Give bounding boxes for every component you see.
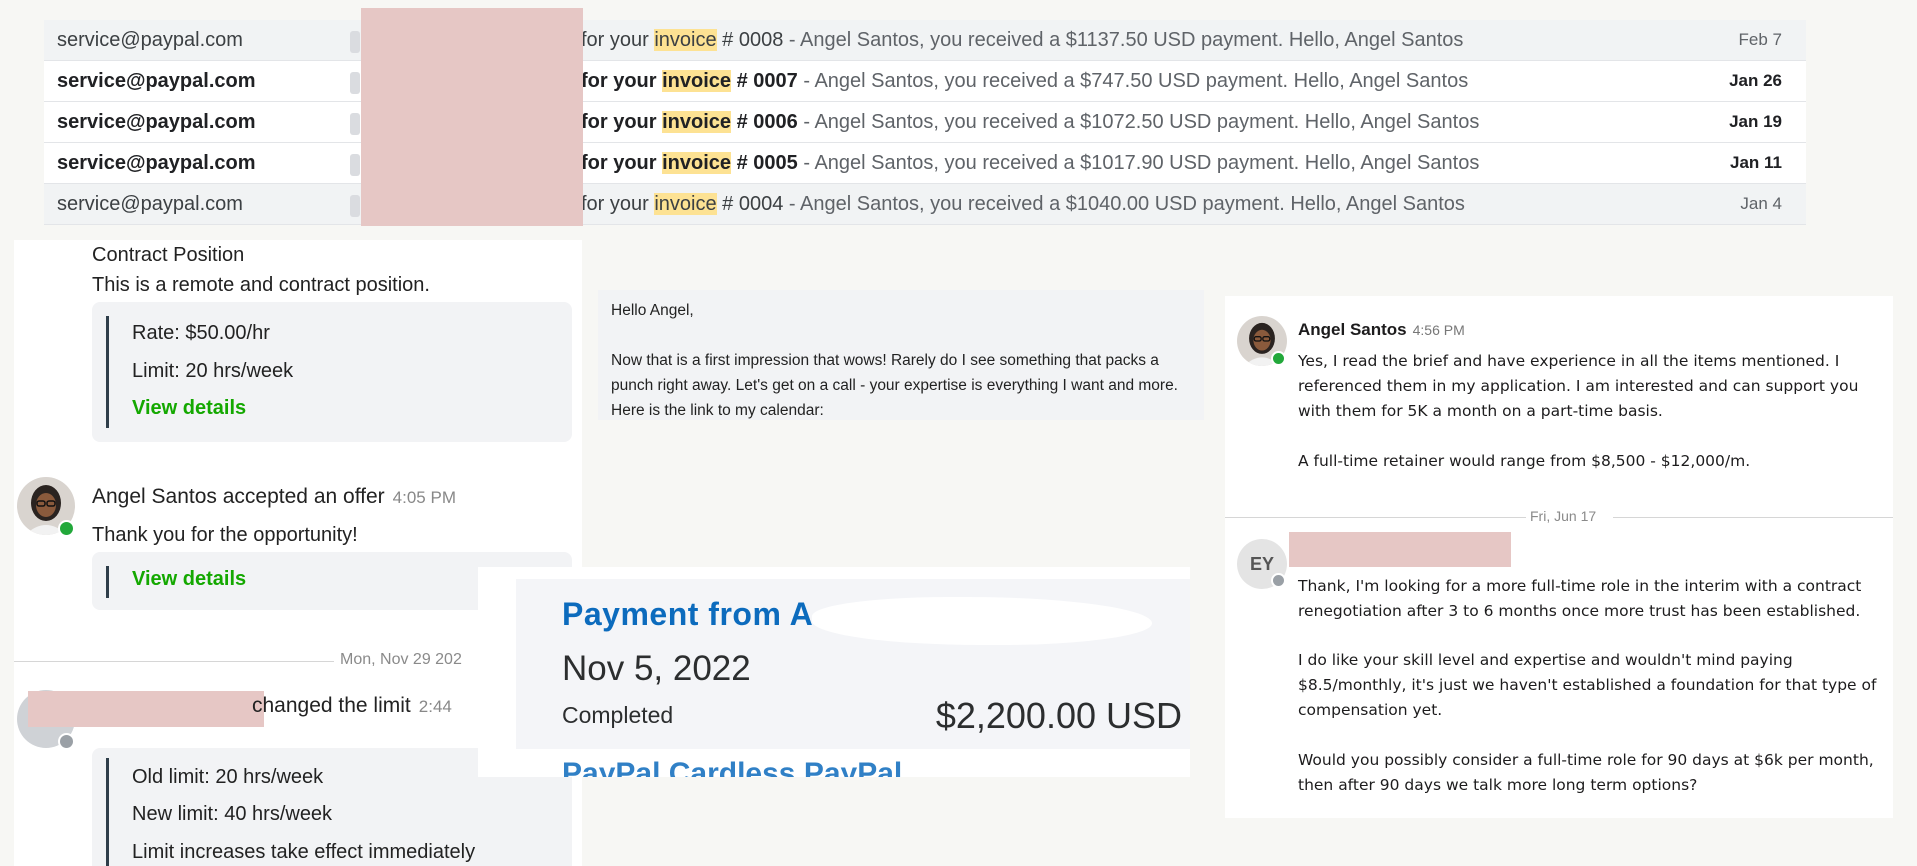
date-separator: Fri, Jun 17 — [1530, 508, 1597, 524]
rate-text: Rate: $50.00/hr — [132, 322, 270, 344]
limit-header-text: changed the limit — [252, 694, 411, 717]
redaction-block — [28, 691, 264, 727]
limit-note-text: Limit increases take effect immediately — [132, 841, 476, 863]
offline-status-dot — [1271, 573, 1286, 588]
email-row[interactable]: service@paypal.com for your invoice # 00… — [44, 184, 1806, 225]
offer-message-body: Thank you for the opportunity! — [92, 524, 358, 546]
quote-bar — [106, 566, 109, 598]
contract-heading: Contract Position — [92, 244, 245, 266]
message-paragraph: Would you possibly consider a full-time … — [1298, 751, 1874, 794]
label-chip — [350, 72, 360, 94]
email-date: Jan 4 — [1740, 194, 1782, 213]
email-snippet: - Angel Santos, you received a $1072.50 … — [797, 110, 1480, 133]
email-date: Jan 26 — [1729, 71, 1782, 90]
offline-status-dot — [58, 733, 75, 750]
email-row[interactable]: service@paypal.com for your invoice # 00… — [44, 102, 1806, 143]
email-row[interactable]: service@paypal.com for your invoice # 00… — [44, 61, 1806, 102]
sender-name: Angel Santos — [1298, 320, 1407, 339]
date-divider — [14, 661, 334, 662]
email-subject: for your invoice # 0006 - Angel Santos, … — [581, 110, 1480, 133]
message-header: changed the limit 2:44 — [252, 694, 452, 718]
message-paragraph: Yes, I read the brief and have experienc… — [1298, 352, 1859, 420]
payment-card: Payment from A Nov 5, 2022 Completed $2,… — [478, 567, 1190, 777]
message-time: 4:05 PM — [392, 488, 456, 507]
email-snippet: - Angel Santos, you received a $1017.90 … — [797, 151, 1480, 174]
payment-footer-partial: PayPal Cardless PayPal — [562, 757, 903, 777]
email-greeting: Hello Angel, — [611, 302, 694, 319]
quote-bar — [106, 316, 109, 428]
payment-status: Completed — [562, 702, 674, 728]
email-body: Hello Angel, Now that is a first impress… — [598, 290, 1204, 420]
online-status-dot — [58, 520, 75, 537]
email-snippet: - Angel Santos, you received a $747.50 U… — [797, 69, 1469, 92]
payment-amount: $2,200.00 USD — [935, 695, 1182, 736]
old-limit-text: Old limit: 20 hrs/week — [132, 766, 324, 788]
redaction-block — [361, 8, 583, 226]
message-header: Angel Santos 4:56 PM — [1298, 320, 1465, 340]
email-snippet: - Angel Santos, you received a $1040.00 … — [783, 192, 1465, 215]
message-paragraph: A full-time retainer would range from $8… — [1298, 452, 1751, 470]
email-list: service@paypal.com for your invoice # 00… — [44, 20, 1806, 225]
view-details-link[interactable]: View details — [132, 568, 246, 591]
email-subject: for your invoice # 0004 - Angel Santos, … — [581, 192, 1465, 215]
email-sender: service@paypal.com — [57, 192, 243, 215]
email-paragraph: Now that is a first impression that wows… — [611, 352, 1178, 419]
email-subject: for your invoice # 0007 - Angel Santos, … — [581, 69, 1469, 92]
message-time: 2:44 — [418, 697, 452, 716]
message-paragraph: Thank, I'm looking for a more full-time … — [1298, 577, 1862, 620]
email-date: Jan 19 — [1729, 112, 1782, 131]
quote-bar — [106, 758, 109, 866]
contract-description: This is a remote and contract position. — [92, 274, 430, 296]
payment-title: Payment from A — [562, 596, 814, 632]
email-date: Feb 7 — [1738, 30, 1782, 49]
email-date: Jan 11 — [1730, 153, 1782, 172]
offer-header-text: Angel Santos accepted an offer — [92, 485, 385, 508]
label-chip — [350, 31, 360, 53]
date-divider — [1613, 517, 1893, 518]
email-subject: for your invoice # 0008 - Angel Santos, … — [581, 28, 1464, 51]
email-sender: service@paypal.com — [57, 151, 256, 174]
email-sender: service@paypal.com — [57, 110, 256, 133]
limit-text: Limit: 20 hrs/week — [132, 360, 294, 382]
message-header: Angel Santos accepted an offer 4:05 PM — [92, 485, 456, 509]
label-chip — [350, 154, 360, 176]
new-limit-text: New limit: 40 hrs/week — [132, 803, 333, 825]
email-row[interactable]: service@paypal.com for your invoice # 00… — [44, 143, 1806, 184]
view-details-link[interactable]: View details — [132, 397, 246, 420]
redaction-block — [1289, 532, 1511, 567]
email-sender: service@paypal.com — [57, 69, 256, 92]
message-paragraph: I do like your skill level and expertise… — [1298, 651, 1877, 719]
email-sender: service@paypal.com — [57, 28, 243, 51]
message-time: 4:56 PM — [1412, 322, 1465, 338]
email-row[interactable]: service@paypal.com for your invoice # 00… — [44, 20, 1806, 61]
payment-date: Nov 5, 2022 — [562, 649, 751, 688]
email-snippet: - Angel Santos, you received a $1137.50 … — [783, 28, 1464, 51]
label-chip — [350, 113, 360, 135]
date-separator: Mon, Nov 29 202 — [340, 651, 462, 668]
chat-panel: Angel Santos 4:56 PM Yes, I read the brie… — [1225, 296, 1893, 818]
date-divider — [1225, 517, 1526, 518]
contract-terms-card: Rate: $50.00/hr Limit: 20 hrs/week View … — [92, 302, 572, 442]
email-subject: for your invoice # 0005 - Angel Santos, … — [581, 151, 1480, 174]
label-chip — [350, 195, 360, 217]
online-status-dot — [1271, 351, 1286, 366]
